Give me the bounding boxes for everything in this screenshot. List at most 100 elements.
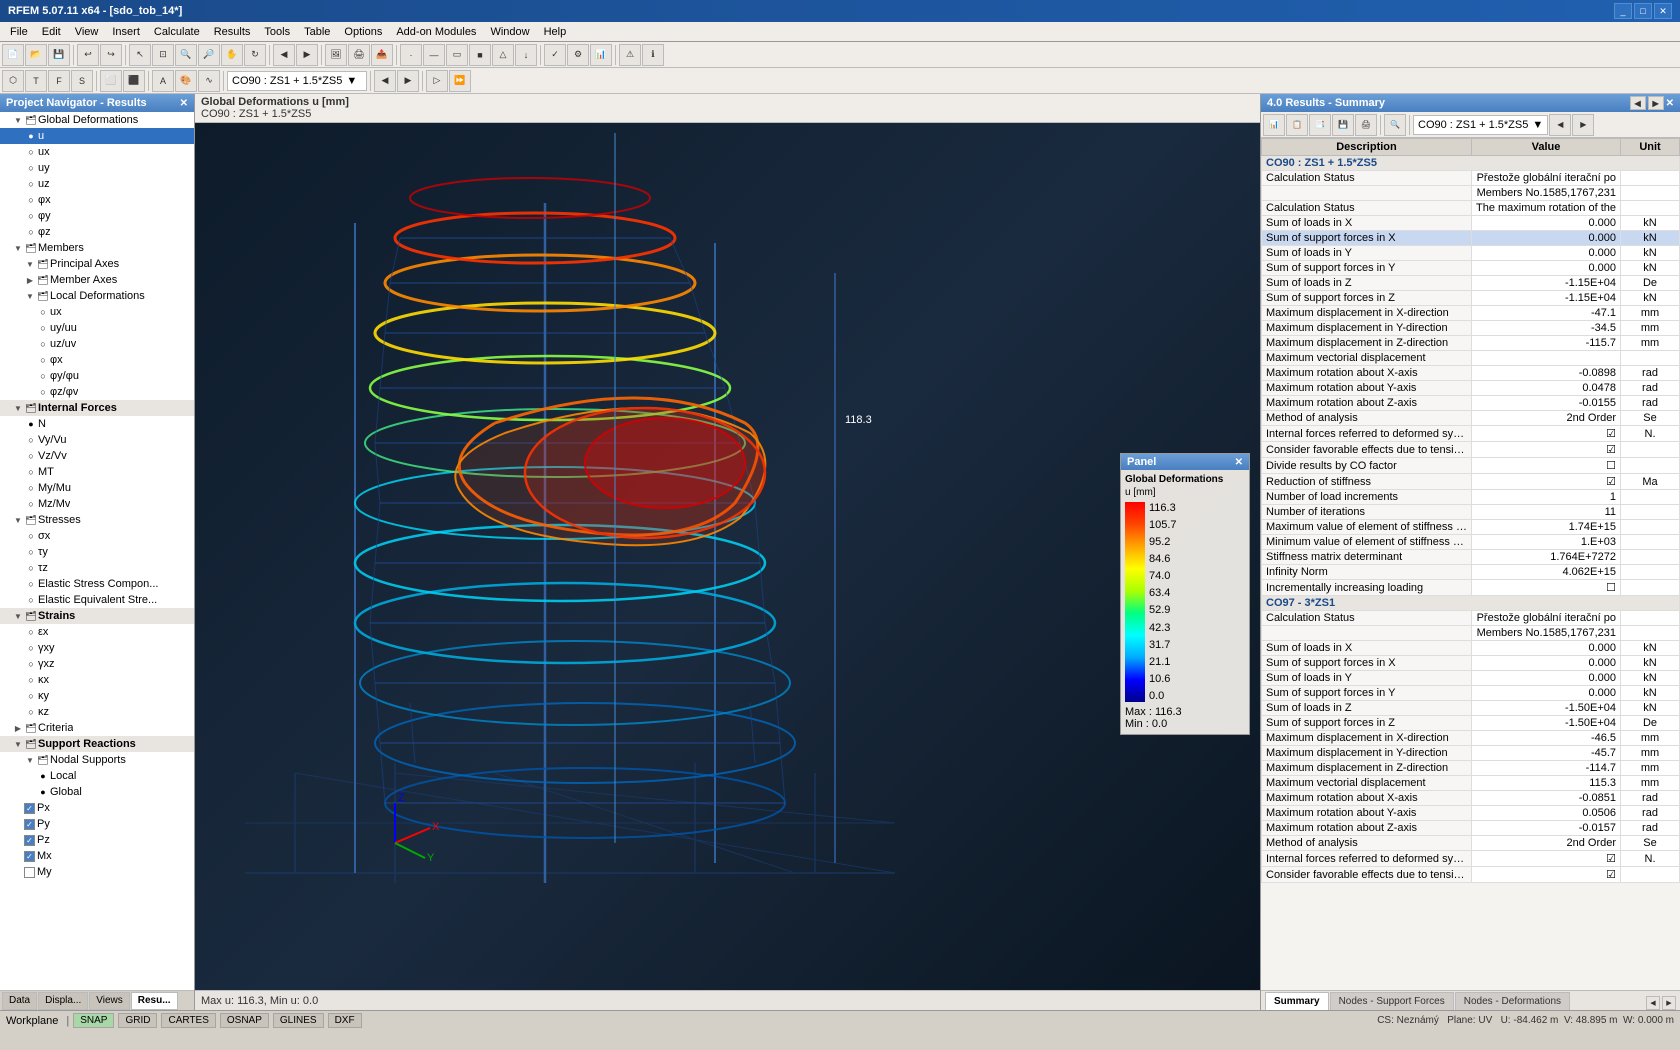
status-glines[interactable]: GLINES xyxy=(273,1013,324,1028)
tb-surface[interactable]: ▭ xyxy=(446,44,468,66)
tree-item-uy[interactable]: ○ uy xyxy=(0,160,194,176)
tb-zoom-in[interactable]: 🔍 xyxy=(175,44,197,66)
legend-close[interactable]: ✕ xyxy=(1235,457,1243,468)
tree-item-ky[interactable]: ○ κy xyxy=(0,688,194,704)
tree-item-phix[interactable]: ○ φx xyxy=(0,192,194,208)
rt-btn-6[interactable]: 🔍 xyxy=(1384,114,1406,136)
tree-item-u[interactable]: ● u xyxy=(0,128,194,144)
menu-results[interactable]: Results xyxy=(208,24,257,40)
viewport-3d[interactable]: Z X Y 118.3 Panel ✕ Global Deformation xyxy=(195,123,1260,990)
rt-btn-3[interactable]: 📑 xyxy=(1309,114,1331,136)
menu-options[interactable]: Options xyxy=(338,24,388,40)
tree-item-Vyvu[interactable]: ○ Vy/Vu xyxy=(0,432,194,448)
table-row[interactable]: Incrementally increasing loading☐ xyxy=(1262,580,1680,596)
table-row[interactable]: Method of analysis2nd OrderSe xyxy=(1262,836,1680,851)
table-row[interactable]: Calculation StatusPřestože globální iter… xyxy=(1262,611,1680,626)
table-row[interactable]: Members No.1585,1767,231 xyxy=(1262,626,1680,641)
table-row[interactable]: Calculation StatusPřestože globální iter… xyxy=(1262,171,1680,186)
minimize-button[interactable]: _ xyxy=(1614,3,1632,19)
tree-item-local[interactable]: ● Local xyxy=(0,768,194,784)
tb-solid[interactable]: ■ xyxy=(469,44,491,66)
tb-disp[interactable]: ∿ xyxy=(198,70,220,92)
table-row[interactable]: Number of iterations11 xyxy=(1262,505,1680,520)
tb-print[interactable]: 🖨 xyxy=(348,44,370,66)
table-row[interactable]: Infinity Norm4.062E+15 xyxy=(1262,565,1680,580)
tb-solid2[interactable]: ⬛ xyxy=(123,70,145,92)
tb-zoom-out[interactable]: 🔎 xyxy=(198,44,220,66)
table-row[interactable]: Maximum rotation about Z-axis-0.0157rad xyxy=(1262,821,1680,836)
tree-item-uzuv[interactable]: ○ uz/uv xyxy=(0,336,194,352)
table-row[interactable]: Sum of loads in Y0.000kN xyxy=(1262,246,1680,261)
tree-local-def[interactable]: ▼ 🗂 Local Deformations xyxy=(0,288,194,304)
tb-node[interactable]: · xyxy=(400,44,422,66)
expand-local-def[interactable]: ▼ xyxy=(24,292,36,301)
tb-anim[interactable]: ▷ xyxy=(426,70,448,92)
menu-tools[interactable]: Tools xyxy=(258,24,296,40)
tb-prev[interactable]: ◀ xyxy=(273,44,295,66)
tree-item-Mx[interactable]: ✓ Mx xyxy=(0,848,194,864)
right-combo[interactable]: CO90 : ZS1 + 1.5*ZS5 ▼ xyxy=(1413,115,1548,135)
tb-next[interactable]: ▶ xyxy=(296,44,318,66)
expand-global-def[interactable]: ▼ xyxy=(12,116,24,125)
right-prev-btn[interactable]: ◀ xyxy=(1630,96,1646,110)
tree-item-kx[interactable]: ○ κx xyxy=(0,672,194,688)
table-row[interactable]: Maximum displacement in Z-direction-114.… xyxy=(1262,761,1680,776)
expand-members[interactable]: ▼ xyxy=(12,244,24,253)
checkbox-Px[interactable]: ✓ xyxy=(24,803,35,814)
menu-table[interactable]: Table xyxy=(298,24,336,40)
tab-nodes-support[interactable]: Nodes - Support Forces xyxy=(1330,992,1454,1010)
tb-undo[interactable]: ↩ xyxy=(77,44,99,66)
tb-color[interactable]: 🎨 xyxy=(175,70,197,92)
tree-item-gamxz[interactable]: ○ γxz xyxy=(0,656,194,672)
checkbox-Mx[interactable]: ✓ xyxy=(24,851,35,862)
status-cartes[interactable]: CARTES xyxy=(161,1013,215,1028)
tree-item-uz[interactable]: ○ uz xyxy=(0,176,194,192)
tree-strains[interactable]: ▼ 🗂 Strains xyxy=(0,608,194,624)
combo-load-case[interactable]: CO90 : ZS1 + 1.5*ZS5 ▼ xyxy=(227,71,367,91)
table-row[interactable]: Maximum rotation about X-axis-0.0851rad xyxy=(1262,791,1680,806)
table-row[interactable]: Sum of support forces in X0.000kN xyxy=(1262,231,1680,246)
menu-view[interactable]: View xyxy=(69,24,105,40)
tb-rotate[interactable]: ↻ xyxy=(244,44,266,66)
tree-item-kz[interactable]: ○ κz xyxy=(0,704,194,720)
tree-item-Py[interactable]: ✓ Py xyxy=(0,816,194,832)
table-row[interactable]: Maximum value of element of stiffness ma… xyxy=(1262,520,1680,535)
expand-criteria[interactable]: ▶ xyxy=(12,724,24,733)
table-row[interactable]: Maximum displacement in Y-direction-34.5… xyxy=(1262,321,1680,336)
tree-support-reactions[interactable]: ▼ 🗂 Support Reactions xyxy=(0,736,194,752)
maximize-button[interactable]: □ xyxy=(1634,3,1652,19)
table-row[interactable]: Number of load increments1 xyxy=(1262,490,1680,505)
tb-check[interactable]: ✓ xyxy=(544,44,566,66)
rt-nav-prev[interactable]: ◀ xyxy=(1549,114,1571,136)
rt-nav-next[interactable]: ▶ xyxy=(1572,114,1594,136)
tree-item-Mzmv[interactable]: ○ Mz/Mv xyxy=(0,496,194,512)
tree-item-ux-local[interactable]: ○ ux xyxy=(0,304,194,320)
tree-item-phix-local[interactable]: ○ φx xyxy=(0,352,194,368)
tb-zoom-all[interactable]: ⊡ xyxy=(152,44,174,66)
tab-nodes-def[interactable]: Nodes - Deformations xyxy=(1455,992,1570,1010)
tb-redo[interactable]: ↪ xyxy=(100,44,122,66)
tree-item-gamxy[interactable]: ○ γxy xyxy=(0,640,194,656)
tree-item-phiy[interactable]: ○ φy xyxy=(0,208,194,224)
menu-calculate[interactable]: Calculate xyxy=(148,24,206,40)
status-osnap[interactable]: OSNAP xyxy=(220,1013,269,1028)
rt-btn-2[interactable]: 📋 xyxy=(1286,114,1308,136)
table-row[interactable]: Consider favorable effects due to tensio… xyxy=(1262,867,1680,883)
tb-wire[interactable]: ⬜ xyxy=(100,70,122,92)
checkbox-Py[interactable]: ✓ xyxy=(24,819,35,830)
rt-btn-4[interactable]: 💾 xyxy=(1332,114,1354,136)
tb-side[interactable]: S xyxy=(71,70,93,92)
results-table-container[interactable]: Description Value Unit CO90 : ZS1 + 1.5*… xyxy=(1261,138,1680,990)
tb-open[interactable]: 📂 xyxy=(25,44,47,66)
tb-support[interactable]: △ xyxy=(492,44,514,66)
tree-global-deformations[interactable]: ▼ 🗂 Global Deformations xyxy=(0,112,194,128)
table-row[interactable]: Internal forces referred to deformed sys… xyxy=(1262,851,1680,867)
table-row[interactable]: Sum of support forces in Y0.000kN xyxy=(1262,261,1680,276)
table-row[interactable]: Internal forces referred to deformed sys… xyxy=(1262,426,1680,442)
tb-warn[interactable]: ⚠ xyxy=(619,44,641,66)
tree-item-Pz[interactable]: ✓ Pz xyxy=(0,832,194,848)
expand-principal[interactable]: ▼ xyxy=(24,260,36,269)
tree-item-MT[interactable]: ○ MT xyxy=(0,464,194,480)
table-row[interactable]: Members No.1585,1767,231 xyxy=(1262,186,1680,201)
table-row[interactable]: Maximum displacement in Z-direction-115.… xyxy=(1262,336,1680,351)
